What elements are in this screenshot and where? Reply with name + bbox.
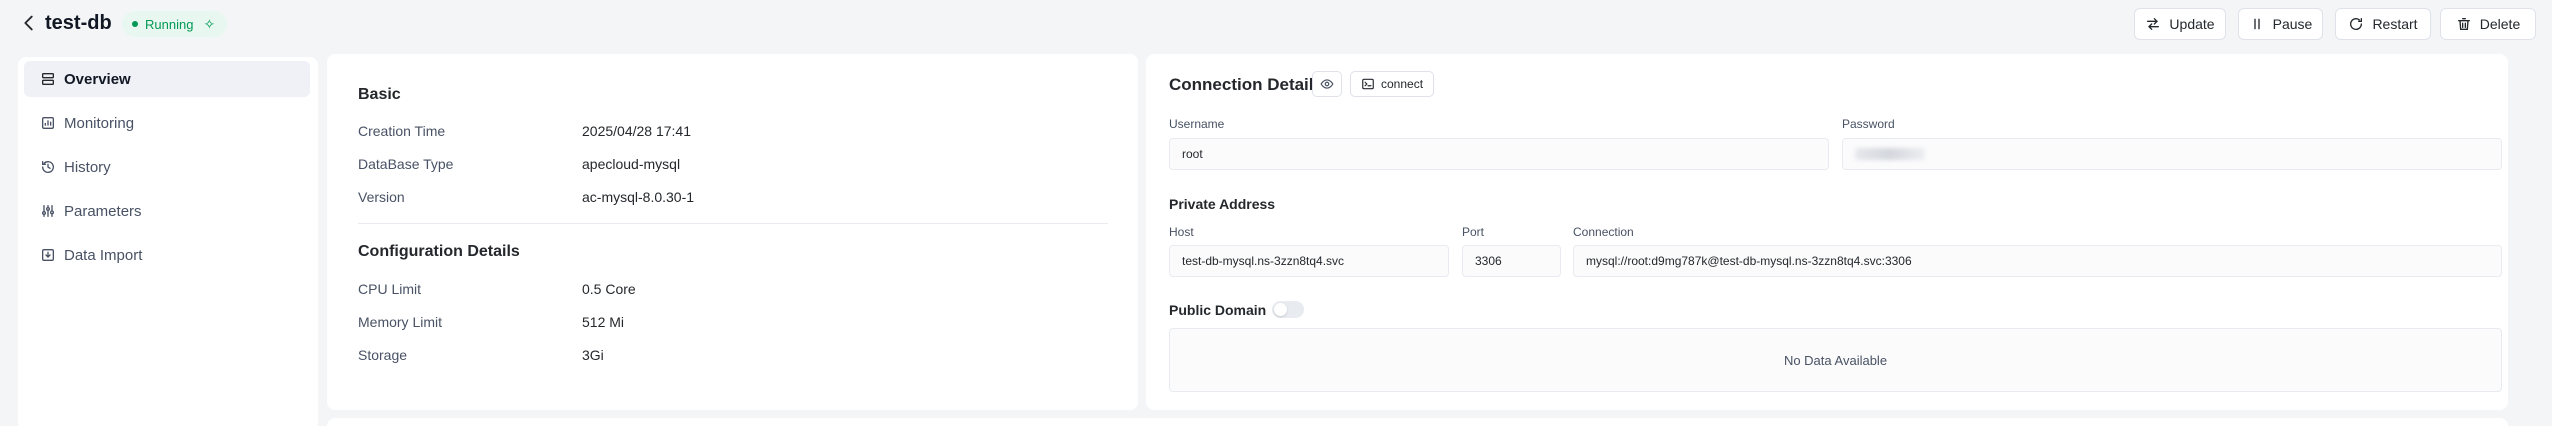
page-title: test-db <box>45 12 112 34</box>
delete-button[interactable]: Delete <box>2440 8 2536 40</box>
version-value: ac-mysql-8.0.30-1 <box>582 189 695 205</box>
memory-limit-label: Memory Limit <box>358 314 443 330</box>
connection-string-field[interactable]: mysql://root:d9mg787k@test-db-mysql.ns-3… <box>1573 245 2502 277</box>
header: test-db Running ✧ Update Pause Restart D… <box>0 0 2552 50</box>
sidebar-item-data-import[interactable]: Data Import <box>24 237 310 273</box>
status-text: Running <box>145 16 194 32</box>
connection-string-value: mysql://root:d9mg787k@test-db-mysql.ns-3… <box>1586 254 1912 268</box>
trash-icon <box>2457 18 2470 30</box>
chart-icon <box>42 117 54 129</box>
restart-button-label: Restart <box>2372 16 2418 32</box>
empty-state: No Data Available <box>1169 328 2502 392</box>
update-button[interactable]: Update <box>2134 8 2226 40</box>
show-password-button[interactable] <box>1312 71 1342 97</box>
sidebar-item-monitoring[interactable]: Monitoring <box>24 105 310 141</box>
sidebar-item-label: Data Import <box>64 246 143 264</box>
port-value: 3306 <box>1475 254 1502 268</box>
swap-icon <box>2147 18 2160 30</box>
sidebar-item-label: Overview <box>64 70 131 88</box>
storage-label: Storage <box>358 347 408 363</box>
sidebar-item-label: History <box>64 158 111 176</box>
config-title: Configuration Details <box>358 243 520 260</box>
username-label: Username <box>1169 117 1225 131</box>
list-icon <box>42 73 54 85</box>
status-badge: Running ✧ <box>122 11 228 37</box>
database-type-label: DataBase Type <box>358 156 454 172</box>
chevron-left-icon[interactable] <box>18 12 40 34</box>
storage-value: 3Gi <box>582 347 604 363</box>
sidebar-item-parameters[interactable]: Parameters <box>24 193 310 229</box>
pause-icon <box>2253 18 2260 30</box>
version-label: Version <box>358 189 405 205</box>
cpu-limit-label: CPU Limit <box>358 281 422 297</box>
connection-title: Connection Details <box>1169 75 1323 94</box>
creation-time-value: 2025/04/28 17:41 <box>582 123 691 139</box>
public-domain-title: Public Domain <box>1169 302 1267 318</box>
sidebar-item-history[interactable]: History <box>24 149 310 185</box>
sidebar-item-label: Monitoring <box>64 114 135 132</box>
sidebar-item-label: Parameters <box>64 202 142 220</box>
connect-button-label: connect <box>1381 77 1424 91</box>
cpu-limit-value: 0.5 Core <box>582 281 636 297</box>
memory-limit-value: 512 Mi <box>582 314 625 330</box>
update-button-label: Update <box>2169 16 2215 32</box>
delete-button-label: Delete <box>2479 16 2521 32</box>
restart-button[interactable]: Restart <box>2335 8 2431 40</box>
password-label: Password <box>1842 117 1895 131</box>
eye-icon <box>1320 79 1334 89</box>
sparkle-icon: ✧ <box>203 15 216 32</box>
password-field[interactable] <box>1842 138 2502 170</box>
terminal-icon <box>1362 78 1374 90</box>
sidebar-item-overview[interactable]: Overview <box>24 61 310 97</box>
port-field[interactable]: 3306 <box>1462 245 1561 277</box>
host-field[interactable]: test-db-mysql.ns-3zzn8tq4.svc <box>1169 245 1449 277</box>
pause-button-label: Pause <box>2272 16 2313 32</box>
port-label: Port <box>1462 225 1485 239</box>
empty-state-text: No Data Available <box>1783 352 1888 368</box>
basic-card <box>327 54 1138 410</box>
history-icon <box>42 161 54 173</box>
basic-title: Basic <box>358 86 401 103</box>
host-value: test-db-mysql.ns-3zzn8tq4.svc <box>1182 254 1345 268</box>
creation-time-label: Creation Time <box>358 123 446 139</box>
import-icon <box>42 249 54 261</box>
refresh-icon <box>2350 18 2363 30</box>
section-divider <box>358 223 1108 224</box>
username-value: root <box>1182 147 1203 161</box>
sidebar: Overview Monitoring History Parameters D… <box>18 57 318 426</box>
username-field[interactable]: root <box>1169 138 1829 170</box>
pause-button[interactable]: Pause <box>2238 8 2323 40</box>
password-masked <box>1855 148 1925 160</box>
host-label: Host <box>1169 225 1194 239</box>
toggle-knob <box>1274 303 1287 316</box>
connection-string-label: Connection <box>1573 225 1634 239</box>
status-dot-icon <box>132 21 138 27</box>
bottom-card <box>327 418 2508 426</box>
sliders-icon <box>42 205 54 217</box>
database-type-value: apecloud-mysql <box>582 156 681 172</box>
public-domain-toggle[interactable] <box>1272 301 1304 318</box>
connect-button[interactable]: connect <box>1350 71 1435 97</box>
private-address-title: Private Address <box>1169 196 1276 212</box>
